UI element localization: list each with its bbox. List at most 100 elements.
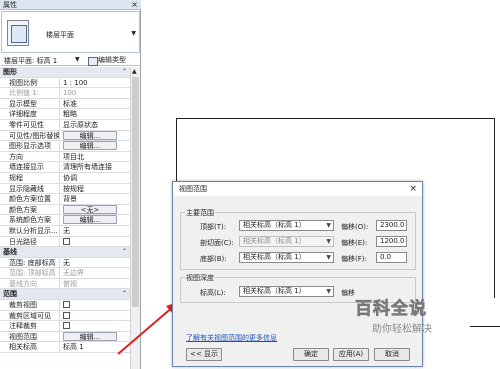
- property-value: 无: [63, 258, 70, 267]
- ok-button[interactable]: 确定: [293, 348, 329, 361]
- section-title: 基线: [3, 248, 17, 257]
- property-name: 范围: 底部标高: [0, 257, 60, 268]
- checkbox[interactable]: [63, 322, 70, 330]
- collapse-chevron-icon[interactable]: ⌃: [122, 289, 127, 299]
- property-row[interactable]: 日光路径: [0, 236, 130, 248]
- property-name: 视图比例: [0, 77, 60, 88]
- type-selector[interactable]: 楼层平面 ▼: [1, 11, 140, 53]
- bottom-offset-label: 偏移(F):: [341, 255, 367, 263]
- checkbox[interactable]: [63, 301, 70, 309]
- scroll-thumb[interactable]: [132, 77, 139, 307]
- top-select[interactable]: 相关标高（标高 1） ▼: [239, 220, 334, 231]
- property-row[interactable]: 比例值 1: 100: [0, 88, 130, 99]
- property-section-header[interactable]: 基线 ⌃: [0, 247, 130, 258]
- property-row[interactable]: 显示隐藏线 按规程: [0, 183, 130, 195]
- chevron-down-icon: ▼: [326, 254, 331, 261]
- property-name: 可见性/图形替换: [0, 130, 60, 141]
- view-boundary-inner: [470, 326, 500, 327]
- cut-offset-label: 偏移(E):: [341, 239, 368, 247]
- level-select-value: 相关标高（标高 1）: [243, 287, 306, 295]
- dialog-title: 视图范围: [179, 185, 207, 193]
- property-row[interactable]: 颜色方案位置 背景: [0, 194, 130, 205]
- property-row[interactable]: 范围: 顶部标高 无边界: [0, 268, 130, 279]
- property-value: 100: [63, 89, 77, 98]
- watermark-slogan: 助你轻松解决: [372, 324, 432, 335]
- property-row[interactable]: 显示模型 标准: [0, 98, 130, 110]
- edit-button[interactable]: <无>: [63, 204, 117, 214]
- property-row[interactable]: 方向 项目北: [0, 151, 130, 163]
- property-name: 基线方向: [0, 278, 60, 289]
- property-name: 显示隐藏线: [0, 183, 60, 194]
- top-label: 顶部(T):: [200, 223, 227, 231]
- property-value: [60, 237, 130, 247]
- property-row[interactable]: 范围: 底部标高无: [0, 257, 130, 269]
- bottom-select-value: 相关标高（标高 1）: [243, 253, 306, 261]
- property-row[interactable]: 零件可见性 显示原状态: [0, 119, 130, 131]
- property-value: 背景: [63, 195, 77, 204]
- property-row[interactable]: 详细程度 粗略: [0, 109, 130, 120]
- property-value: 显示原状态: [63, 120, 98, 129]
- collapse-chevron-icon[interactable]: ⌃: [122, 67, 127, 77]
- level-offset-label: 偏移: [341, 289, 355, 297]
- property-value: 标准: [63, 99, 77, 108]
- instance-selector: 楼层平面: 标高 1 ▼ 编辑类型: [1, 55, 140, 66]
- property-row[interactable]: 墙连接显示 清理所有墙连接: [0, 162, 130, 173]
- edit-button[interactable]: 编辑...: [63, 141, 117, 151]
- watermark: 百科全说 助你轻松解决: [355, 294, 455, 344]
- scroll-up-icon[interactable]: ▲: [132, 68, 137, 75]
- property-value: 按规程: [63, 184, 84, 193]
- view-boundary-top: [176, 118, 494, 119]
- property-name: 相关标高: [0, 342, 60, 353]
- property-row[interactable]: 颜色方案 <无>: [0, 204, 130, 216]
- property-value: 粗略: [63, 110, 77, 119]
- palette-close-icon[interactable]: ×: [131, 0, 138, 10]
- edit-button[interactable]: 编辑...: [63, 130, 117, 140]
- property-name: 裁剪区域可见: [0, 310, 60, 321]
- property-value: 无边界: [63, 269, 84, 278]
- property-row[interactable]: 视图比例 1 : 100: [0, 77, 130, 89]
- instance-dropdown-icon[interactable]: ▼: [75, 56, 80, 63]
- property-value: 俯视: [63, 279, 77, 288]
- property-row[interactable]: 基线方向 俯视: [0, 278, 130, 290]
- checkbox[interactable]: [63, 237, 70, 245]
- property-name: 颜色方案: [0, 204, 60, 215]
- cancel-button[interactable]: 取消: [374, 348, 410, 361]
- instance-label[interactable]: 楼层平面: 标高 1: [4, 56, 57, 66]
- property-value: 项目北: [63, 152, 84, 161]
- edit-button[interactable]: 编辑...: [63, 331, 117, 341]
- edit-button[interactable]: 编辑...: [63, 215, 117, 225]
- property-name: 图形显示选项: [0, 141, 60, 151]
- dialog-close-icon[interactable]: ×: [409, 182, 417, 196]
- chevron-down-icon[interactable]: ▼: [131, 30, 136, 37]
- property-row[interactable]: 规程 协调: [0, 172, 130, 184]
- collapse-chevron-icon[interactable]: ⌃: [122, 247, 127, 257]
- property-value: <无>: [60, 204, 130, 215]
- property-value: 无: [63, 226, 70, 235]
- edit-type-button[interactable]: 编辑类型: [87, 55, 126, 66]
- learn-more-link[interactable]: 了解有关视图范围的更多信息: [186, 333, 277, 343]
- property-name: 规程: [0, 172, 60, 183]
- property-section-header[interactable]: 图形 ⌃: [0, 67, 130, 78]
- checkbox[interactable]: [63, 311, 70, 319]
- chevron-down-icon: ▼: [326, 222, 331, 229]
- top-offset-input[interactable]: 2300.0: [376, 220, 407, 231]
- bottom-select[interactable]: 相关标高（标高 1） ▼: [239, 252, 334, 263]
- view-boundary-right: [494, 118, 495, 298]
- property-row[interactable]: 默认分析显示... 无: [0, 225, 130, 237]
- cut-plane-select[interactable]: 相关标高（标高 1） ▼: [239, 236, 334, 247]
- show-button[interactable]: << 显示: [186, 348, 222, 361]
- property-name: 颜色方案位置: [0, 194, 60, 204]
- property-row[interactable]: 系统颜色方案 编辑...: [0, 215, 130, 226]
- property-row[interactable]: 图形显示选项 编辑...: [0, 141, 130, 152]
- property-value: 1 : 100: [63, 78, 88, 87]
- main-range-title: 主要范围: [185, 208, 215, 218]
- cut-offset-input[interactable]: 1200.0: [376, 236, 407, 247]
- view-depth-title: 视图深度: [185, 273, 215, 283]
- bottom-offset-input[interactable]: 0.0: [376, 252, 407, 263]
- property-section-header[interactable]: 范围 ⌃: [0, 289, 130, 301]
- apply-button[interactable]: 应用(A): [333, 348, 369, 361]
- property-value: 协调: [63, 173, 77, 182]
- level-select[interactable]: 相关标高（标高 1） ▼: [239, 286, 334, 297]
- property-row[interactable]: 可见性/图形替换 编辑...: [0, 130, 130, 142]
- property-name: 默认分析显示...: [0, 225, 60, 236]
